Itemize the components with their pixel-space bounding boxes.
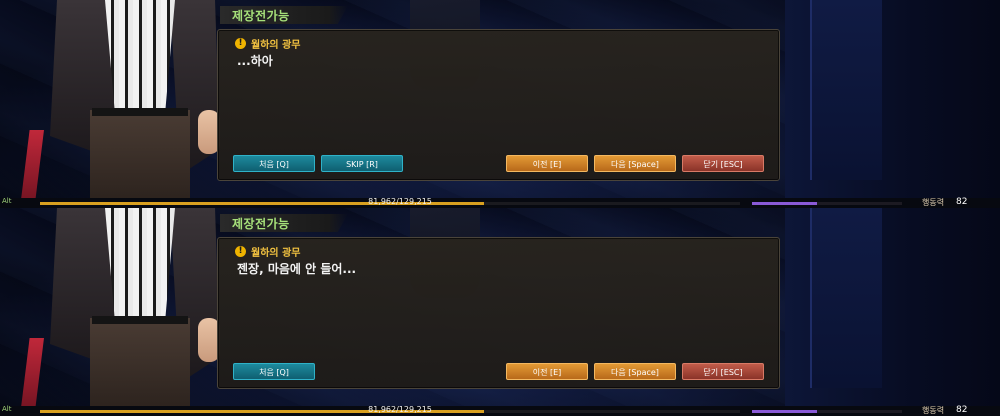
status-tag-text: 제장전가능 bbox=[232, 217, 290, 231]
previous-button[interactable]: 이전 [E] bbox=[506, 363, 588, 380]
status-bar: Alt 81,962/129,215 행동력 82 bbox=[0, 405, 1000, 416]
action-points-label: 행동력 bbox=[922, 406, 945, 415]
status-bar: Alt 81,962/129,215 행동력 82 bbox=[0, 197, 1000, 208]
warning-circle-icon: ! bbox=[235, 245, 246, 257]
close-button[interactable]: 닫기 [ESC] bbox=[682, 363, 764, 380]
gauge-fill bbox=[752, 410, 817, 413]
next-button[interactable]: 다음 [Space] bbox=[594, 155, 676, 172]
exp-text: 81,962/129,215 bbox=[368, 197, 432, 206]
character-portrait bbox=[20, 208, 220, 416]
action-points-label: 행동력 bbox=[922, 198, 945, 207]
speaker-row: ! 월하의 광무 bbox=[235, 36, 301, 51]
character-red-cloth bbox=[20, 338, 44, 416]
scene-pillar bbox=[785, 0, 1000, 208]
character-shirt bbox=[105, 0, 175, 120]
status-tag-text: 제장전가능 bbox=[232, 9, 290, 23]
status-tag: 제장전가능 bbox=[220, 214, 348, 232]
character-belt bbox=[92, 108, 188, 116]
close-button[interactable]: 닫기 [ESC] bbox=[682, 155, 764, 172]
gauge-fill bbox=[752, 202, 817, 205]
action-points-value: 82 bbox=[956, 197, 968, 207]
dialogue-box: ! 월하의 광무 젠장, 마음에 안 들어... 처음 [Q] 이전 [E] 다… bbox=[217, 237, 780, 389]
character-pants bbox=[90, 318, 190, 416]
hotkey-label: Alt bbox=[2, 405, 12, 413]
scene-pillar bbox=[785, 208, 1000, 416]
action-points-value: 82 bbox=[956, 405, 968, 415]
first-button[interactable]: 처음 [Q] bbox=[233, 363, 315, 380]
dialogue-screen-1: 제장전가능 ! 월하의 광무 ...하아 처음 [Q] SKIP [R] 이전 … bbox=[0, 0, 1000, 208]
character-pants bbox=[90, 110, 190, 208]
character-shirt bbox=[105, 208, 175, 328]
first-button[interactable]: 처음 [Q] bbox=[233, 155, 315, 172]
speaker-name: 월하의 광무 bbox=[251, 247, 301, 259]
exp-text: 81,962/129,215 bbox=[368, 405, 432, 414]
status-tag: 제장전가능 bbox=[220, 6, 348, 24]
hotkey-label: Alt bbox=[2, 197, 12, 205]
skip-button[interactable]: SKIP [R] bbox=[321, 155, 403, 172]
speaker-name: 월하의 광무 bbox=[251, 39, 301, 51]
dialogue-text: 젠장, 마음에 안 들어... bbox=[237, 262, 357, 276]
dialogue-box: ! 월하의 광무 ...하아 처음 [Q] SKIP [R] 이전 [E] 다음… bbox=[217, 29, 780, 181]
character-red-cloth bbox=[20, 130, 44, 208]
dialogue-screen-2: 제장전가능 ! 월하의 광무 젠장, 마음에 안 들어... 처음 [Q] 이전… bbox=[0, 208, 1000, 416]
character-portrait bbox=[20, 0, 220, 208]
previous-button[interactable]: 이전 [E] bbox=[506, 155, 588, 172]
dialogue-text: ...하아 bbox=[237, 54, 273, 68]
character-belt bbox=[92, 316, 188, 324]
next-button[interactable]: 다음 [Space] bbox=[594, 363, 676, 380]
speaker-row: ! 월하의 광무 bbox=[235, 244, 301, 259]
warning-circle-icon: ! bbox=[235, 37, 246, 49]
